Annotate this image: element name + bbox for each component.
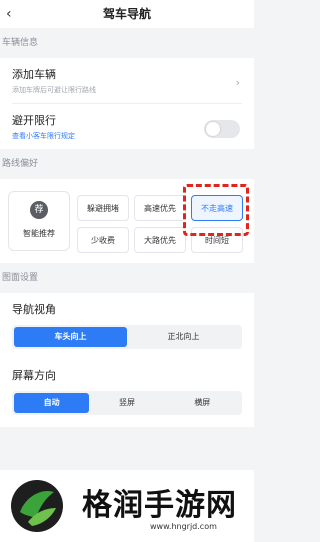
screen-settings-card: 导航视角 车头向上 正北向上 屏幕方向 自动 竖屏 横屏 [0, 293, 254, 427]
screen-orientation-row: 屏幕方向 自动 竖屏 横屏 [0, 353, 254, 419]
orientation-landscape[interactable]: 横屏 [165, 393, 240, 413]
option-main-road-first[interactable]: 大路优先 [134, 227, 186, 253]
toggle-knob [206, 122, 220, 136]
watermark-footer: 格润手游网 www.hngrjd.com [0, 470, 254, 542]
route-preference-card: 荐 智能推荐 躲避拥堵 高速优先 不走高速 少收费 大路优先 时间短 [0, 179, 254, 263]
chevron-right-icon: › [235, 76, 240, 89]
orientation-auto[interactable]: 自动 [14, 393, 90, 413]
avoid-restriction-row: 避开限行 查看小客车限行规定 [0, 104, 254, 149]
add-vehicle-subtitle: 添加车牌后可避让限行路线 [12, 86, 96, 94]
add-vehicle-title: 添加车辆 [12, 68, 56, 81]
highlight-dashed-box [183, 184, 249, 236]
option-less-toll[interactable]: 少收费 [77, 227, 129, 253]
nav-view-label: 导航视角 [12, 303, 56, 316]
vehicle-card: 添加车辆 添加车牌后可避让限行路线 › 避开限行 查看小客车限行规定 [0, 58, 254, 149]
section-title-vehicle: 车辆信息 [2, 38, 39, 48]
page-title: 驾车导航 [102, 7, 151, 21]
option-avoid-congestion[interactable]: 躲避拥堵 [77, 195, 129, 221]
orientation-segmented: 自动 竖屏 横屏 [12, 391, 242, 415]
smart-recommend-button[interactable]: 荐 智能推荐 [8, 191, 70, 251]
section-title-route: 路线偏好 [2, 159, 39, 169]
view-heading-up[interactable]: 车头向上 [14, 327, 127, 347]
add-vehicle-row[interactable]: 添加车辆 添加车牌后可避让限行路线 › [0, 58, 254, 103]
top-bar: ‹ 驾车导航 [0, 0, 254, 28]
screen-orientation-label: 屏幕方向 [12, 369, 56, 382]
orientation-portrait[interactable]: 竖屏 [89, 393, 164, 413]
watermark-brand: 格润手游网 [82, 488, 237, 523]
section-title-screen: 图面设置 [2, 273, 39, 283]
option-highway-first[interactable]: 高速优先 [134, 195, 186, 221]
smart-recommend-label: 智能推荐 [23, 229, 55, 238]
nav-view-segmented: 车头向上 正北向上 [12, 325, 242, 349]
recommend-icon: 荐 [30, 201, 48, 219]
watermark-url: www.hngrjd.com [150, 522, 217, 531]
view-north-up[interactable]: 正北向上 [127, 327, 240, 347]
nav-view-row: 导航视角 车头向上 正北向上 [0, 293, 254, 353]
avoid-restriction-toggle[interactable] [204, 120, 240, 138]
site-logo-icon [11, 480, 63, 532]
chevron-left-icon[interactable]: ‹ [6, 0, 12, 28]
